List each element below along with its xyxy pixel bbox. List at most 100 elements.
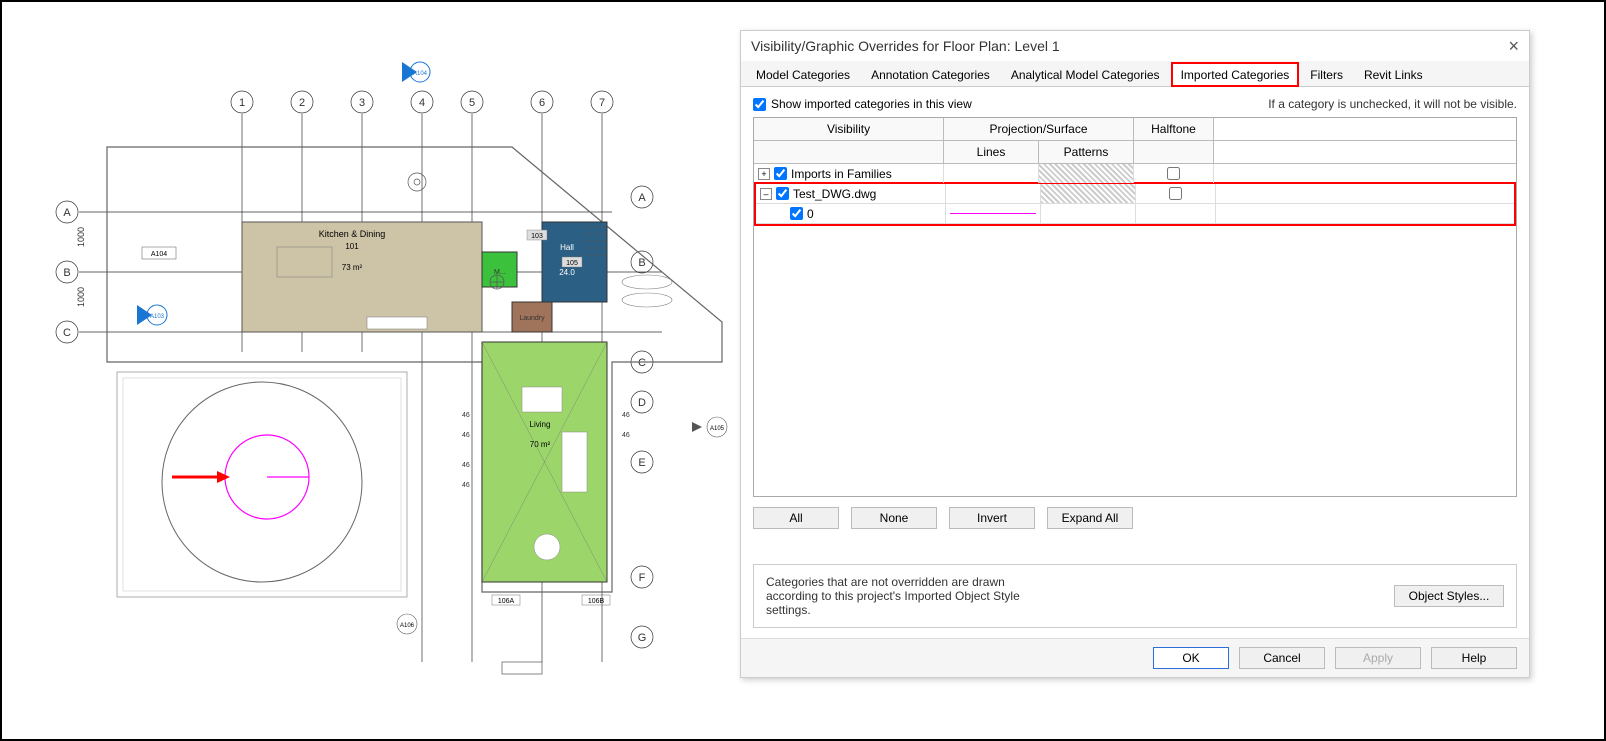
svg-text:46: 46 xyxy=(462,432,470,439)
show-imported-input[interactable] xyxy=(753,98,766,111)
selection-buttons: All None Invert Expand All xyxy=(753,507,1517,529)
svg-text:1: 1 xyxy=(239,97,245,109)
section-a105: A105 xyxy=(710,426,725,432)
col-visibility[interactable]: Visibility xyxy=(754,118,944,140)
row-label: Test_DWG.dwg xyxy=(793,187,876,201)
tag-105: 105 xyxy=(566,260,578,267)
col-projection-surface[interactable]: Projection/Surface xyxy=(944,118,1134,140)
row-checkbox[interactable] xyxy=(774,167,787,180)
svg-text:3: 3 xyxy=(359,97,365,109)
categories-grid: Visibility Projection/Surface Halftone L… xyxy=(753,117,1517,497)
tag-103: 103 xyxy=(531,233,543,240)
col-patterns[interactable]: Patterns xyxy=(1039,141,1134,163)
section-a104-l: A104 xyxy=(151,251,167,258)
svg-text:F: F xyxy=(639,572,646,584)
expand-all-button[interactable]: Expand All xyxy=(1047,507,1133,529)
svg-text:7: 7 xyxy=(599,97,605,109)
tab-analytical-model-categories[interactable]: Analytical Model Categories xyxy=(1002,63,1169,86)
visibility-hint: If a category is unchecked, it will not … xyxy=(1268,97,1517,111)
grid-row-test-dwg[interactable]: – Test_DWG.dwg xyxy=(756,184,1514,204)
floorplan-viewport[interactable]: 1 2 3 4 5 6 7 A B C A xyxy=(22,22,742,712)
floorplan-svg: 1 2 3 4 5 6 7 A B C A xyxy=(22,22,742,712)
grid-row-imports-in-families[interactable]: + Imports in Families xyxy=(754,164,1516,184)
room-area-73: 73 m² xyxy=(342,263,363,272)
ok-button[interactable]: OK xyxy=(1153,647,1229,669)
close-icon[interactable]: × xyxy=(1508,37,1519,55)
collapse-icon[interactable]: – xyxy=(760,188,772,200)
svg-text:46: 46 xyxy=(622,412,630,419)
svg-text:G: G xyxy=(638,632,647,644)
svg-text:46: 46 xyxy=(462,462,470,469)
svg-text:4: 4 xyxy=(419,97,425,109)
grid-row-layer-0[interactable]: 0 xyxy=(756,204,1514,224)
svg-text:46: 46 xyxy=(622,432,630,439)
tag-106b: 106B xyxy=(588,598,605,605)
svg-text:5: 5 xyxy=(469,97,475,109)
dialog-titlebar: Visibility/Graphic Overrides for Floor P… xyxy=(741,31,1529,61)
col-halftone[interactable]: Halftone xyxy=(1134,118,1214,140)
tab-row: Model Categories Annotation Categories A… xyxy=(741,61,1529,87)
show-imported-checkbox[interactable]: Show imported categories in this view xyxy=(753,97,972,111)
tag-106a: 106A xyxy=(498,598,515,605)
svg-text:C: C xyxy=(63,327,71,339)
visibility-graphics-dialog: Visibility/Graphic Overrides for Floor P… xyxy=(740,30,1530,678)
svg-text:46: 46 xyxy=(462,482,470,489)
row-checkbox[interactable] xyxy=(776,187,789,200)
none-button[interactable]: None xyxy=(851,507,937,529)
expand-icon[interactable]: + xyxy=(758,168,770,180)
room-area-70: 70 m² xyxy=(530,440,551,449)
tab-filters[interactable]: Filters xyxy=(1301,63,1352,86)
row-label: Imports in Families xyxy=(791,167,892,181)
room-area-24: 24.0 xyxy=(559,268,575,277)
svg-text:E: E xyxy=(638,457,645,469)
svg-text:A: A xyxy=(638,192,646,204)
cancel-button[interactable]: Cancel xyxy=(1239,647,1325,669)
row-label: 0 xyxy=(807,207,814,221)
svg-text:1000: 1000 xyxy=(76,287,86,307)
svg-text:D: D xyxy=(638,397,646,409)
object-styles-button[interactable]: Object Styles... xyxy=(1394,585,1504,607)
svg-text:B: B xyxy=(63,267,70,279)
room-number-101: 101 xyxy=(345,242,359,251)
svg-text:C: C xyxy=(638,357,646,369)
section-marks: A104 A103 A104 A105 A106 xyxy=(137,62,727,634)
line-override-swatch[interactable] xyxy=(950,213,1036,214)
svg-text:B: B xyxy=(638,257,645,269)
show-imported-label: Show imported categories in this view xyxy=(771,97,972,111)
imported-dwg-region xyxy=(117,372,407,597)
row-checkbox[interactable] xyxy=(790,207,803,220)
dialog-body: Show imported categories in this view If… xyxy=(741,87,1529,638)
svg-text:A: A xyxy=(63,207,71,219)
svg-text:46: 46 xyxy=(462,412,470,419)
pattern-swatch[interactable] xyxy=(1041,184,1135,203)
help-button[interactable]: Help xyxy=(1431,647,1517,669)
room-label-hall: Hall xyxy=(560,243,574,252)
section-a103: A103 xyxy=(150,314,165,320)
highlighted-rows: – Test_DWG.dwg 0 xyxy=(754,182,1516,226)
dialog-footer: OK Cancel Apply Help xyxy=(741,638,1529,677)
section-bottom: A106 xyxy=(400,623,415,629)
dialog-title: Visibility/Graphic Overrides for Floor P… xyxy=(751,38,1060,54)
room-label-laundry: Laundry xyxy=(519,315,545,322)
apply-button[interactable]: Apply xyxy=(1335,647,1421,669)
tab-model-categories[interactable]: Model Categories xyxy=(747,63,859,86)
halftone-checkbox[interactable] xyxy=(1169,187,1182,200)
room-label-kitchen: Kitchen & Dining xyxy=(319,229,386,239)
svg-text:1000: 1000 xyxy=(76,227,86,247)
invert-button[interactable]: Invert xyxy=(949,507,1035,529)
section-a104-top: A104 xyxy=(413,71,428,77)
grid-empty-area xyxy=(754,226,1516,496)
room-label-living: Living xyxy=(530,420,551,429)
pattern-swatch[interactable] xyxy=(1039,164,1133,183)
all-button[interactable]: All xyxy=(753,507,839,529)
info-text: Categories that are not overridden are d… xyxy=(766,575,1026,617)
building-mass xyxy=(107,147,722,592)
svg-text:6: 6 xyxy=(539,97,545,109)
tab-revit-links[interactable]: Revit Links xyxy=(1355,63,1432,86)
col-lines[interactable]: Lines xyxy=(944,141,1039,163)
svg-text:2: 2 xyxy=(299,97,305,109)
info-box: Categories that are not overridden are d… xyxy=(753,564,1517,628)
tab-imported-categories[interactable]: Imported Categories xyxy=(1172,63,1299,86)
tab-annotation-categories[interactable]: Annotation Categories xyxy=(862,63,999,86)
halftone-checkbox[interactable] xyxy=(1167,167,1180,180)
